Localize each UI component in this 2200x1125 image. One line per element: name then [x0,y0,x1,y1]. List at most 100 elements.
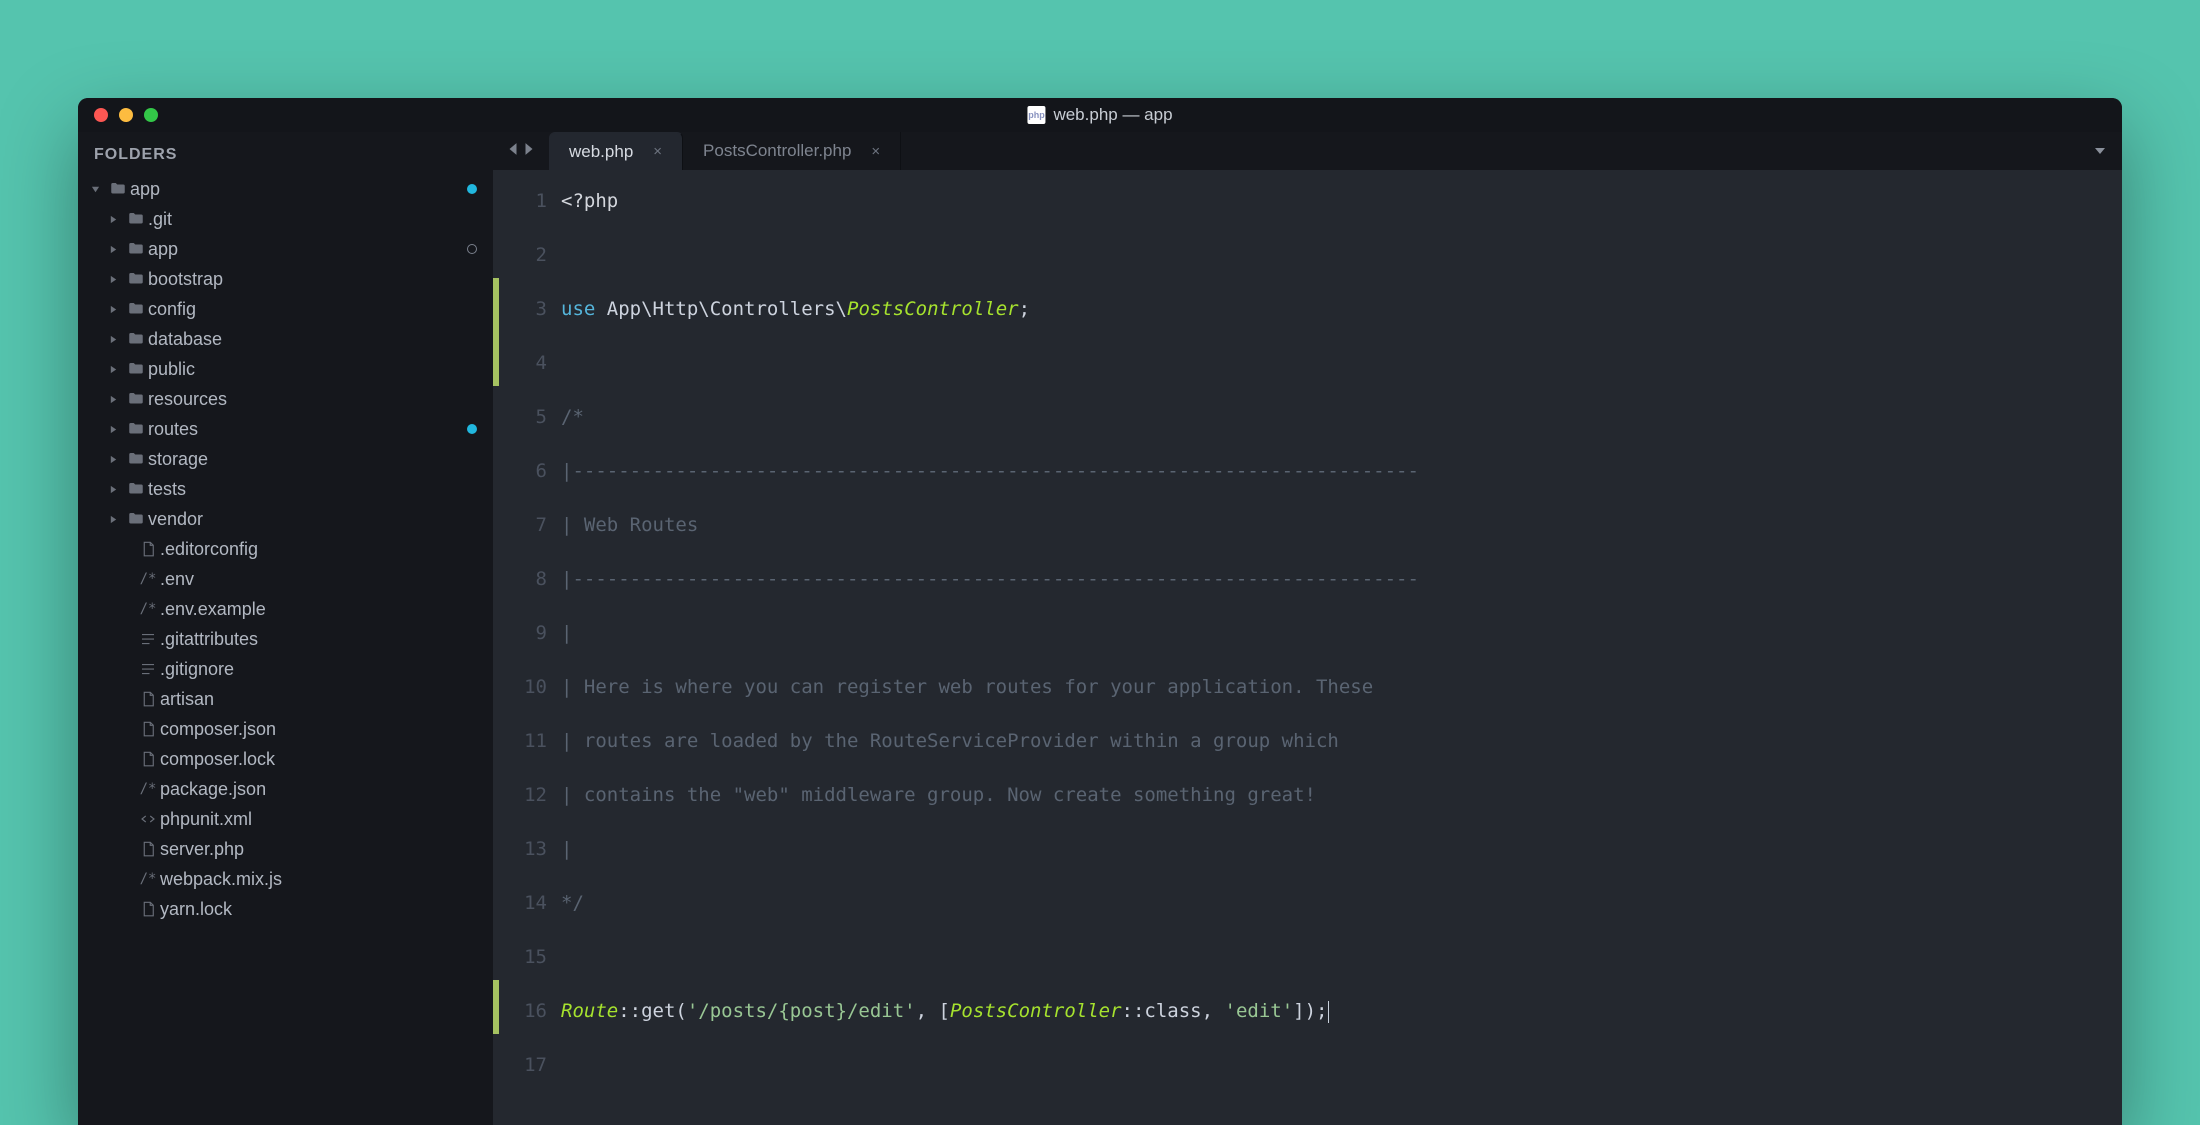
tree-root[interactable]: app [78,174,493,204]
file-type-icon [136,900,160,918]
tree-folder[interactable]: bootstrap [78,264,493,294]
tree-file[interactable]: yarn.lock [78,894,493,924]
token: | [561,622,572,644]
text-cursor [1328,1001,1329,1023]
file-type-icon [124,510,148,528]
code-line[interactable]: */ [561,890,2122,944]
code-line[interactable]: <?php [561,188,2122,242]
line-number: 15 [499,944,547,998]
tree-folder[interactable]: public [78,354,493,384]
tree-folder[interactable]: tests [78,474,493,504]
code-line[interactable]: |---------------------------------------… [561,458,2122,512]
token: | Web Routes [561,514,698,536]
tree-file[interactable]: .gitattributes [78,624,493,654]
disclosure-arrow-icon [108,335,118,344]
close-icon[interactable] [94,108,108,122]
file-type-icon [136,690,160,708]
vcs-status-dot [467,244,477,254]
token: Route [561,1000,618,1022]
code-line[interactable]: Route::get('/posts/{post}/edit', [PostsC… [561,998,2122,1052]
tree-file[interactable]: .gitignore [78,654,493,684]
vcs-status-dot [467,424,477,434]
file-type-icon [124,450,148,468]
tree-label: public [148,359,195,380]
tree-file[interactable]: phpunit.xml [78,804,493,834]
disclosure-arrow-icon [108,485,118,494]
code-line[interactable]: use App\Http\Controllers\PostsController… [561,296,2122,350]
tree-folder[interactable]: routes [78,414,493,444]
disclosure-arrow-icon [108,275,118,284]
file-type-icon [136,810,160,828]
tab-overflow-icon[interactable] [2078,132,2122,170]
close-tab-icon[interactable]: × [871,143,880,160]
traffic-lights [94,108,158,122]
code-line[interactable] [561,944,2122,998]
tree-folder[interactable]: resources [78,384,493,414]
close-tab-icon[interactable]: × [653,143,662,160]
code-editor[interactable]: 1234567891011121314151617 <?phpuse App\H… [493,170,2122,1125]
tree-file[interactable]: /*package.json [78,774,493,804]
tree-label: routes [148,419,198,440]
token: PostsController [847,298,1019,320]
tree-file[interactable]: .editorconfig [78,534,493,564]
file-type-icon: /* [136,781,160,797]
tree-file[interactable]: composer.lock [78,744,493,774]
tree-file[interactable]: server.php [78,834,493,864]
tab-bar: web.php×PostsController.php× [493,132,2122,170]
tree-folder[interactable]: storage [78,444,493,474]
tree-folder[interactable]: app [78,234,493,264]
tree-folder[interactable]: vendor [78,504,493,534]
line-number: 12 [499,782,547,836]
nav-forward-icon[interactable] [523,142,535,161]
file-type-icon [136,660,160,678]
tree-folder[interactable]: config [78,294,493,324]
file-type-icon [106,180,130,198]
code-line[interactable]: | contains the "web" middleware group. N… [561,782,2122,836]
disclosure-arrow-icon [108,425,118,434]
tree-file[interactable]: artisan [78,684,493,714]
titlebar[interactable]: php web.php — app [78,98,2122,132]
tree-label: artisan [160,689,214,710]
line-number: 11 [499,728,547,782]
file-type-icon [136,750,160,768]
token: use [561,298,595,320]
token: <?php [561,190,618,212]
code-line[interactable]: | Web Routes [561,512,2122,566]
code-line[interactable] [561,242,2122,296]
tree-file[interactable]: /*webpack.mix.js [78,864,493,894]
code-content[interactable]: <?php use App\Http\Controllers\PostsContr… [547,170,2122,1125]
code-line[interactable]: |---------------------------------------… [561,566,2122,620]
tab[interactable]: PostsController.php× [683,132,901,170]
file-type-icon [124,210,148,228]
code-line[interactable]: | Here is where you can register web rou… [561,674,2122,728]
code-line[interactable] [561,350,2122,404]
tree-file[interactable]: /*.env.example [78,594,493,624]
tree-file[interactable]: /*.env [78,564,493,594]
tab[interactable]: web.php× [549,132,683,170]
code-line[interactable]: /* [561,404,2122,458]
tree-label: composer.lock [160,749,275,770]
disclosure-arrow-icon [108,245,118,254]
tree-label: app [148,239,178,260]
code-line[interactable] [561,1052,2122,1106]
php-file-icon: php [1027,106,1045,124]
code-line[interactable]: | [561,620,2122,674]
file-type-icon [124,390,148,408]
file-type-icon: /* [136,601,160,617]
tree-file[interactable]: composer.json [78,714,493,744]
tree-folder[interactable]: .git [78,204,493,234]
file-tree: app.gitappbootstrapconfigdatabasepublicr… [78,170,493,924]
zoom-icon[interactable] [144,108,158,122]
minimize-icon[interactable] [119,108,133,122]
token: | Here is where you can register web rou… [561,676,1373,698]
nav-back-icon[interactable] [507,142,519,161]
file-type-icon [124,240,148,258]
tab-history-nav [493,132,549,170]
code-line[interactable]: | [561,836,2122,890]
file-type-icon [136,540,160,558]
tree-label: phpunit.xml [160,809,252,830]
vcs-status-dot [467,184,477,194]
line-number: 14 [499,890,547,944]
code-line[interactable]: | routes are loaded by the RouteServiceP… [561,728,2122,782]
tree-folder[interactable]: database [78,324,493,354]
